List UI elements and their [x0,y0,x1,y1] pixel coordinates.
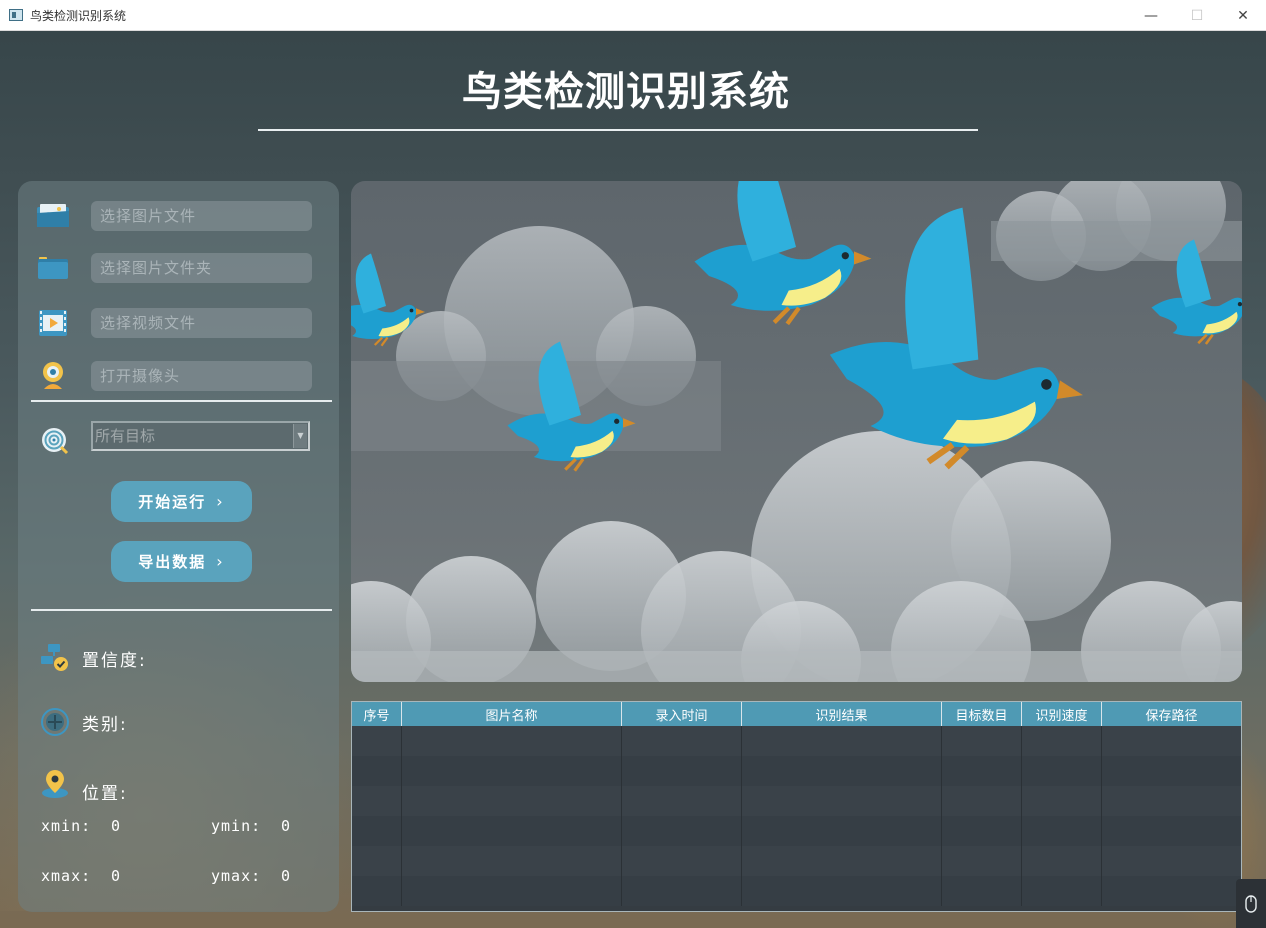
video-file-row: 选择视频文件 [18,308,339,340]
table-row[interactable] [352,726,1241,756]
category-label: 类别: [82,714,128,735]
table-row[interactable] [352,786,1241,816]
page-title: 鸟类检测识别系统 [462,69,790,115]
image-file-icon[interactable] [36,201,70,231]
image-folder-row: 选择图片文件夹 [18,253,339,285]
video-file-input[interactable]: 选择视频文件 [91,308,312,338]
app-icon [9,9,23,21]
location-pin-icon [42,769,68,798]
window-title: 鸟类检测识别系统 [30,8,127,23]
window-titlebar: 鸟类检测识别系统 — ☐ ✕ [0,0,1266,31]
column-header-save-path[interactable]: 保存路径 [1102,702,1241,726]
ymax-label: ymax: [211,867,262,885]
title-divider [258,129,978,131]
image-file-row: 选择图片文件 [18,201,339,233]
table-row[interactable] [352,846,1241,876]
app-window: 鸟类检测识别系统 选择图片文件 选择图片文件夹 选择视频文件 打开摄像头 所有目… [0,31,1266,928]
control-panel: 选择图片文件 选择图片文件夹 选择视频文件 打开摄像头 所有目标 ▼ 开始运行 … [18,181,339,912]
ymax-value: 0 [281,867,292,885]
table-row[interactable] [352,756,1241,786]
export-button[interactable]: 导出数据 › [111,541,252,582]
mouse-icon [1245,894,1257,913]
column-header-speed[interactable]: 识别速度 [1022,702,1102,726]
results-table[interactable]: 序号 图片名称 录入时间 识别结果 目标数目 识别速度 保存路径 [351,701,1242,912]
chevron-right-icon: › [216,492,225,511]
chevron-right-icon: › [216,552,225,571]
ymin-value: 0 [281,817,292,835]
chevron-down-icon[interactable]: ▼ [293,424,307,448]
birds-in-clouds-illustration [351,181,1242,682]
table-body [352,726,1241,906]
maximize-button[interactable]: ☐ [1174,0,1220,31]
target-select-value: 所有目标 [95,427,156,445]
start-button[interactable]: 开始运行 › [111,481,252,522]
category-row: 类别: [40,707,128,737]
start-button-label: 开始运行 [138,493,207,511]
ymin-label: ymin: [211,817,262,835]
image-folder-input[interactable]: 选择图片文件夹 [91,253,312,283]
close-button[interactable]: ✕ [1220,0,1266,31]
target-select[interactable]: 所有目标 ▼ [91,421,310,451]
xmax-value: 0 [111,867,122,885]
column-header-image-name[interactable]: 图片名称 [402,702,622,726]
table-row[interactable] [352,876,1241,906]
xmin-value: 0 [111,817,122,835]
table-row[interactable] [352,816,1241,846]
column-header-target-count[interactable]: 目标数目 [942,702,1022,726]
camera-row: 打开摄像头 [18,361,339,393]
confidence-label: 置信度: [82,650,147,671]
table-header: 序号 图片名称 录入时间 识别结果 目标数目 识别速度 保存路径 [352,702,1241,726]
xmin-label: xmin: [41,817,92,835]
xmax-label: xmax: [41,867,92,885]
minimize-button[interactable]: — [1128,0,1174,31]
panel-divider-bottom [31,609,332,611]
camera-icon[interactable] [36,361,70,391]
video-file-icon[interactable] [36,308,70,338]
camera-input[interactable]: 打开摄像头 [91,361,312,391]
panel-divider-top [31,400,332,402]
category-icon [41,708,69,736]
position-row: 位置: [40,763,128,804]
position-label: 位置: [82,784,128,804]
column-header-result[interactable]: 识别结果 [742,702,942,726]
image-file-input[interactable]: 选择图片文件 [91,201,312,231]
column-header-entry-time[interactable]: 录入时间 [622,702,742,726]
column-header-index[interactable]: 序号 [352,702,402,726]
image-display [351,181,1242,682]
confidence-row: 置信度: [40,643,147,673]
export-button-label: 导出数据 [138,553,207,571]
corner-widget[interactable] [1236,879,1266,928]
target-icon [42,428,69,455]
folder-icon[interactable] [36,253,70,283]
confidence-icon [41,644,68,671]
